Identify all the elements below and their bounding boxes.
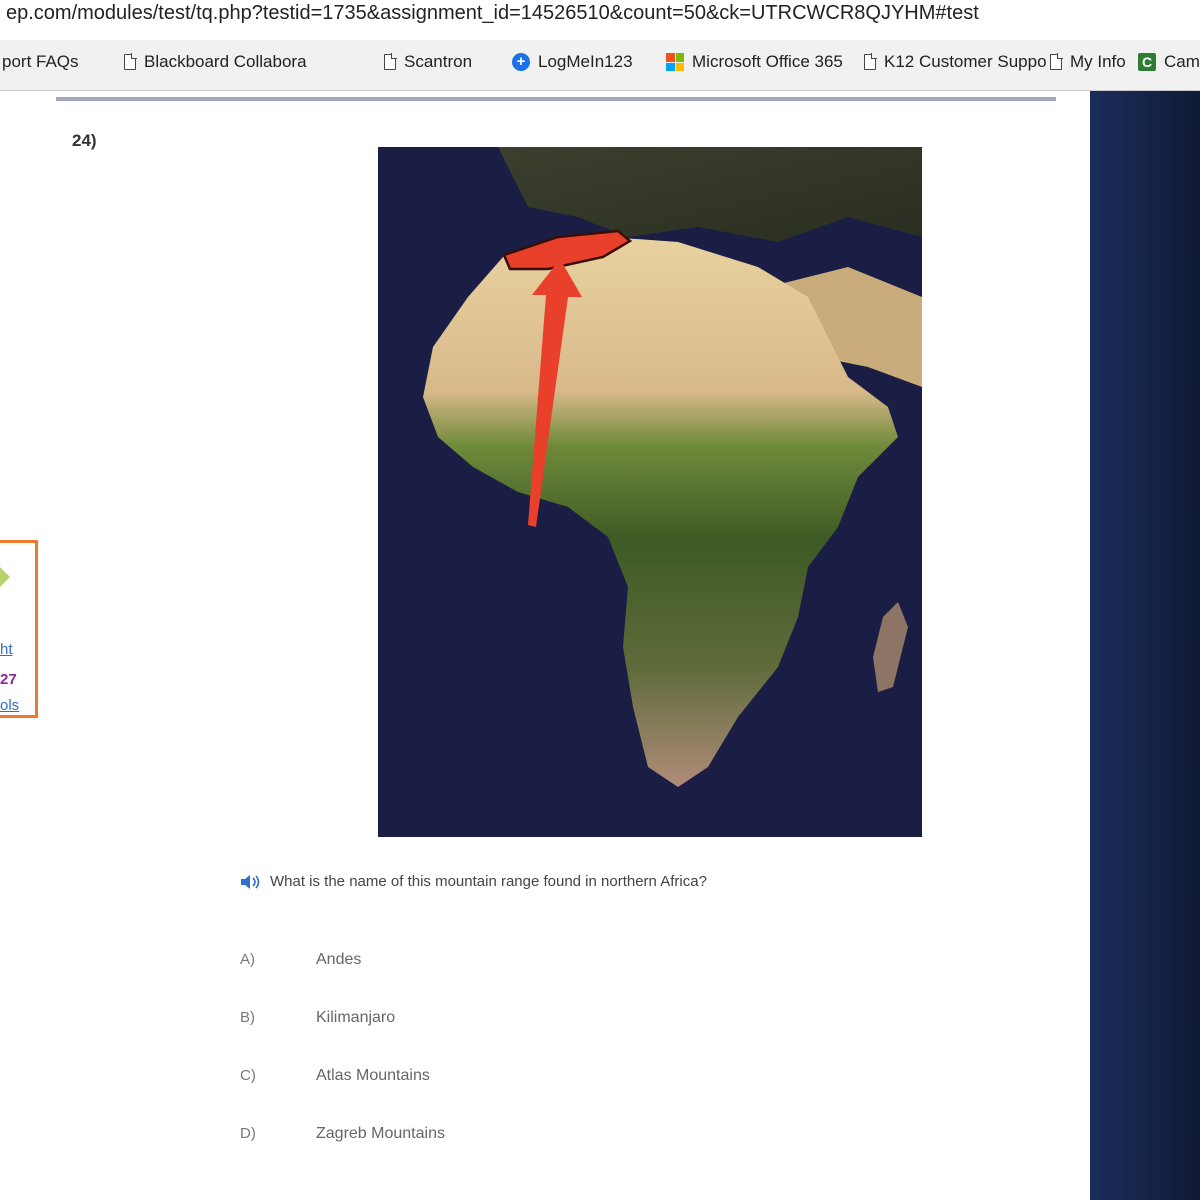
bookmark-label: port FAQs bbox=[2, 52, 79, 71]
divider bbox=[56, 97, 1056, 101]
speaker-icon[interactable] bbox=[240, 874, 262, 890]
answer-option-d[interactable]: D) Zagreb Mountains bbox=[240, 1125, 740, 1183]
camp-icon: C bbox=[1138, 53, 1156, 71]
side-widget: ht 27 ols bbox=[0, 540, 38, 718]
answer-letter: B) bbox=[240, 1009, 255, 1026]
address-bar[interactable]: ep.com/modules/test/tq.php?testid=1735&a… bbox=[0, 0, 1200, 41]
bookmark-office365[interactable]: Microsoft Office 365 bbox=[666, 52, 843, 72]
page-icon bbox=[864, 53, 877, 70]
answer-text: Atlas Mountains bbox=[316, 1067, 430, 1084]
bookmark-my-info[interactable]: My Info bbox=[1050, 52, 1126, 72]
africa-map-svg bbox=[378, 147, 922, 837]
bookmark-label: K12 Customer Suppo bbox=[884, 52, 1047, 71]
bookmark-support-faqs[interactable]: port FAQs bbox=[2, 52, 79, 72]
page-icon bbox=[1050, 53, 1063, 70]
question-number: 24) bbox=[72, 131, 97, 150]
answer-letter: A) bbox=[240, 951, 255, 968]
page-icon bbox=[384, 53, 397, 70]
answer-text: Kilimanjaro bbox=[316, 1009, 396, 1026]
bookmarks-bar: port FAQs Blackboard Collabora Scantron … bbox=[0, 40, 1200, 91]
bookmark-scantron[interactable]: Scantron bbox=[384, 52, 472, 72]
bookmark-blackboard[interactable]: Blackboard Collabora bbox=[124, 52, 307, 72]
bookmark-label: Camp bbox=[1164, 52, 1200, 71]
side-count: 27 bbox=[0, 671, 17, 688]
bookmark-label: Microsoft Office 365 bbox=[692, 52, 843, 71]
question-text: What is the name of this mountain range … bbox=[270, 873, 707, 890]
answer-letter: C) bbox=[240, 1067, 256, 1084]
bookmark-k12-support[interactable]: K12 Customer Suppo bbox=[864, 52, 1047, 72]
answer-option-a[interactable]: A) Andes bbox=[240, 951, 740, 1009]
answer-option-c[interactable]: C) Atlas Mountains bbox=[240, 1067, 740, 1125]
bookmark-label: Blackboard Collabora bbox=[144, 52, 307, 71]
africa-map-image bbox=[378, 147, 922, 837]
answer-option-b[interactable]: B) Kilimanjaro bbox=[240, 1009, 740, 1067]
answer-text: Zagreb Mountains bbox=[316, 1125, 445, 1142]
side-link-tools[interactable]: ols bbox=[0, 697, 19, 714]
question-prompt: What is the name of this mountain range … bbox=[240, 873, 707, 890]
page-icon bbox=[124, 53, 137, 70]
url-text[interactable]: ep.com/modules/test/tq.php?testid=1735&a… bbox=[6, 2, 979, 25]
bookmark-camp[interactable]: C Camp bbox=[1138, 52, 1200, 72]
bookmark-label: LogMeIn123 bbox=[538, 52, 633, 71]
side-link-top[interactable]: ht bbox=[0, 641, 13, 658]
answer-letter: D) bbox=[240, 1125, 256, 1142]
bookmark-logmein[interactable]: + LogMeIn123 bbox=[512, 52, 633, 72]
answer-choices: A) Andes B) Kilimanjaro C) Atlas Mountai… bbox=[240, 951, 740, 1183]
bookmark-label: Scantron bbox=[404, 52, 473, 71]
arrow-right-icon[interactable] bbox=[0, 567, 10, 587]
answer-text: Andes bbox=[316, 951, 362, 968]
test-question-panel: 24) What is the name of this mountain ra… bbox=[0, 91, 1090, 1200]
bookmark-label: My Info bbox=[1070, 52, 1126, 71]
microsoft-icon bbox=[666, 53, 684, 71]
logmein-icon: + bbox=[512, 53, 530, 71]
